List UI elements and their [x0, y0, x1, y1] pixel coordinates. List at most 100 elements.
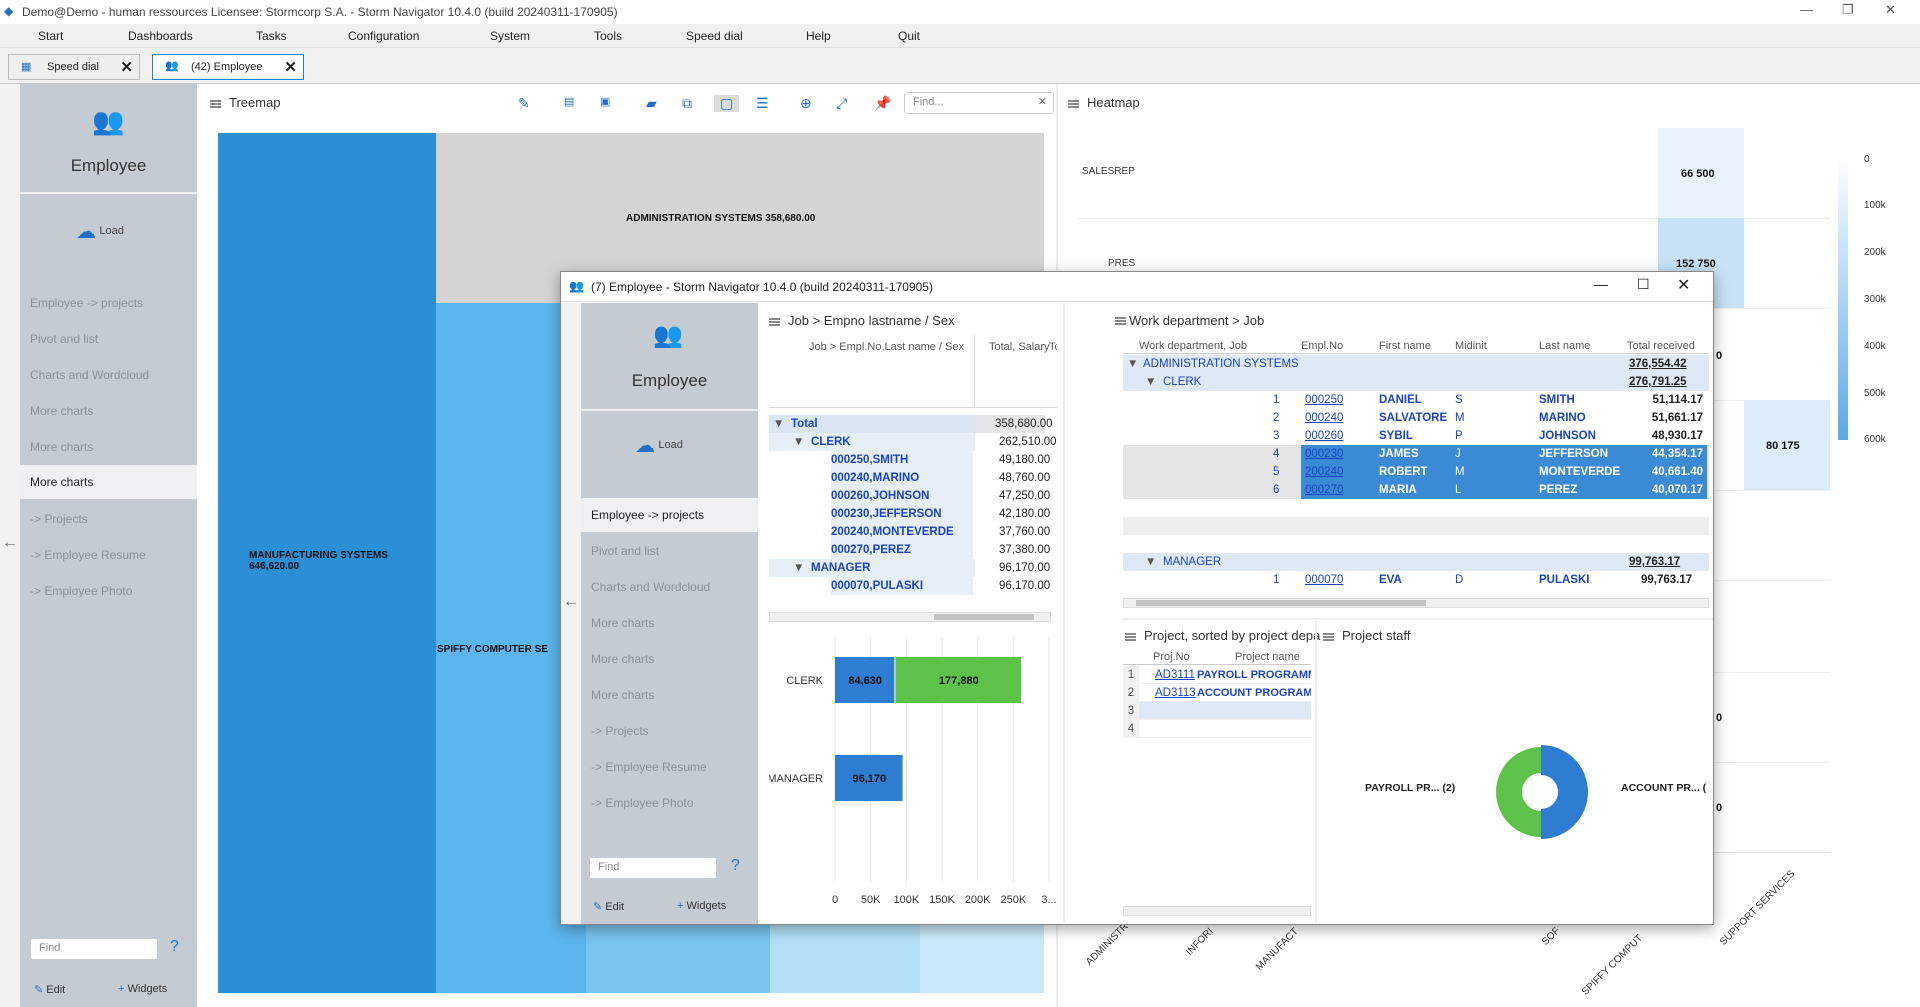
sidebar-item-projects[interactable]: -> Projects	[30, 512, 88, 526]
project-row[interactable]: 1 AD3111 PAYROLL PROGRAMMIN	[1123, 666, 1311, 684]
empno-link[interactable]: 000070	[1305, 571, 1343, 589]
expand-icon[interactable]: ▼	[793, 559, 804, 577]
menu-icon[interactable]	[210, 99, 221, 108]
expand-icon[interactable]: ▼	[793, 433, 804, 451]
project-row[interactable]: 3	[1123, 702, 1311, 720]
project-row[interactable]: 2 AD3113 ACCOUNT PROGRAMMIN	[1123, 684, 1311, 702]
sidebar-item-pivot[interactable]: Pivot and list	[591, 544, 659, 558]
menu-icon[interactable]	[1323, 632, 1334, 641]
edit-icon[interactable]: ✎	[518, 95, 530, 112]
grid-row-department[interactable]: ▼ ADMINISTRATION SYSTEMS 376,554.42	[1123, 355, 1709, 373]
expand-icon[interactable]: ▼	[1127, 355, 1138, 373]
pivot-row[interactable]: 000230,JEFFERSON 42,180.00	[769, 505, 1050, 523]
pivot-row[interactable]: 000270,PEREZ 37,380.00	[769, 541, 1050, 559]
sidebar-item-more-charts-2[interactable]: More charts	[30, 440, 93, 454]
horizontal-scrollbar[interactable]	[1123, 906, 1311, 916]
close-tab-icon[interactable]: ✕	[120, 58, 133, 76]
pivot-row[interactable]: 000240,MARINO 48,760.00	[769, 469, 1050, 487]
treemap-find-input[interactable]: Find... ✕	[904, 92, 1054, 114]
column-header[interactable]: Empl.No	[1301, 340, 1343, 352]
menu-speed-dial[interactable]: Speed dial	[686, 29, 743, 43]
load-button[interactable]: ☁ Load	[635, 433, 683, 458]
column-header[interactable]: Total received	[1627, 340, 1695, 352]
menu-tools[interactable]: Tools	[594, 29, 622, 43]
copy-icon[interactable]: ⧉	[682, 95, 692, 112]
tab-speed-dial[interactable]: ▦ Speed dial ✕	[8, 54, 140, 80]
grid-row-employee[interactable]: 5 200240 ROBERT M MONTEVERDE 40,661.40	[1123, 463, 1709, 481]
widgets-button[interactable]: + Widgets	[118, 983, 167, 995]
excel-icon[interactable]: ▣	[600, 95, 610, 108]
grid-row-employee[interactable]: 1 000250 DANIEL S SMITH 51,114.17	[1123, 391, 1709, 409]
menu-help[interactable]: Help	[806, 29, 831, 43]
sidebar-item-employee-photo[interactable]: -> Employee Photo	[30, 584, 132, 598]
target-icon[interactable]: ⊕	[800, 95, 812, 112]
minimize-icon[interactable]: —	[1594, 276, 1608, 292]
close-tab-icon[interactable]: ✕	[284, 58, 297, 76]
sidebar-item-employee-projects[interactable]: Employee -> projects	[581, 498, 758, 532]
donut-slice-account[interactable]	[1540, 745, 1588, 839]
maximize-icon[interactable]: ☐	[1637, 276, 1650, 293]
pin-icon[interactable]: 📌	[874, 95, 891, 112]
folder-icon[interactable]: ▰	[646, 95, 657, 112]
grid-row-clerk[interactable]: ▼ CLERK 276,791.25	[1123, 373, 1709, 391]
grid-row-employee[interactable]: 2 000240 SALVATORE M MARINO 51,661.17	[1123, 409, 1709, 427]
pivot-row[interactable]: 000250,SMITH 49,180.00	[769, 451, 1050, 469]
sidebar-find-input[interactable]: Find	[589, 857, 717, 879]
arrow-left-icon[interactable]: ←	[563, 593, 579, 611]
menu-icon[interactable]	[769, 317, 780, 326]
pivot-row[interactable]: 200240,MONTEVERDE 37,760.00	[769, 523, 1050, 541]
expand-icon[interactable]: ▼	[773, 415, 784, 433]
column-header[interactable]: First name	[1379, 340, 1431, 352]
pdf-icon[interactable]: ▤	[564, 95, 574, 108]
grid-row-employee[interactable]: 3 000260 SYBIL P JOHNSON 48,930.17	[1123, 427, 1709, 445]
grid-row-employee[interactable]: 4 000230 JAMES J JEFFERSON 44,354.17	[1123, 445, 1709, 463]
list-icon[interactable]: ☰	[756, 95, 769, 112]
column-header[interactable]: Work department, Job	[1139, 340, 1247, 352]
sidebar-item-charts[interactable]: Charts and Wordcloud	[591, 580, 710, 594]
widgets-button[interactable]: + Widgets	[677, 900, 726, 912]
project-row[interactable]: 4	[1123, 720, 1311, 738]
sidebar-find-input[interactable]: Find	[30, 938, 158, 960]
arrow-left-icon[interactable]: ←	[2, 534, 18, 552]
grid-row-employee[interactable]: 6 000270 MARIA L PEREZ 40,070.17	[1123, 481, 1709, 499]
sidebar-item-more-charts-2[interactable]: More charts	[591, 652, 654, 666]
sidebar-item-more-charts-3[interactable]: More charts	[20, 465, 197, 499]
menu-configuration[interactable]: Configuration	[348, 29, 419, 43]
sidebar-item-charts[interactable]: Charts and Wordcloud	[30, 368, 149, 382]
empno-link[interactable]: 000240	[1301, 409, 1375, 427]
expand-icon[interactable]: ⤢	[836, 95, 847, 112]
help-icon[interactable]: ?	[170, 938, 179, 956]
close-icon[interactable]: ✕	[1885, 2, 1896, 18]
empno-link[interactable]: 000230	[1301, 445, 1375, 463]
expand-icon[interactable]: ▼	[1145, 553, 1156, 571]
window-icon[interactable]: ▢	[714, 95, 740, 112]
edit-button[interactable]: ✎ Edit	[34, 983, 65, 996]
pivot-row-total[interactable]: ▼ Total 358,680.00	[769, 415, 1053, 433]
pivot-row-manager[interactable]: ▼ MANAGER 96,170.00	[769, 559, 1050, 577]
menu-system[interactable]: System	[490, 29, 530, 43]
menu-quit[interactable]: Quit	[898, 29, 920, 43]
column-header[interactable]: Last name	[1539, 340, 1590, 352]
menu-icon[interactable]	[1068, 99, 1079, 108]
sidebar-item-more-charts-1[interactable]: More charts	[30, 404, 93, 418]
minimize-icon[interactable]: —	[1800, 2, 1813, 17]
horizontal-scrollbar[interactable]	[769, 612, 1051, 622]
column-header[interactable]: Midinit	[1455, 340, 1487, 352]
scrollbar-thumb[interactable]	[934, 614, 1034, 620]
help-icon[interactable]: ?	[731, 857, 740, 875]
menu-dashboards[interactable]: Dashboards	[128, 29, 193, 43]
grid-row-employee[interactable]: 1 000070 EVA D PULASKI 99,763.17	[1123, 571, 1709, 589]
sidebar-item-employee-photo[interactable]: -> Employee Photo	[591, 796, 693, 810]
sidebar-item-employee-resume[interactable]: -> Employee Resume	[30, 548, 146, 562]
empno-link[interactable]: 000250	[1301, 391, 1375, 409]
column-header[interactable]: Proj.No	[1153, 651, 1190, 663]
menu-tasks[interactable]: Tasks	[256, 29, 287, 43]
clear-icon[interactable]: ✕	[1038, 95, 1047, 108]
restore-icon[interactable]: ❐	[1842, 2, 1854, 18]
column-header[interactable]: Project name	[1235, 651, 1300, 663]
empno-link[interactable]: 200240	[1301, 463, 1375, 481]
empno-link[interactable]: 000260	[1301, 427, 1375, 445]
grid-row-manager[interactable]: ▼ MANAGER 99,763.17	[1123, 553, 1709, 571]
close-icon[interactable]: ✕	[1677, 275, 1690, 295]
scrollbar-thumb[interactable]	[1136, 600, 1426, 606]
